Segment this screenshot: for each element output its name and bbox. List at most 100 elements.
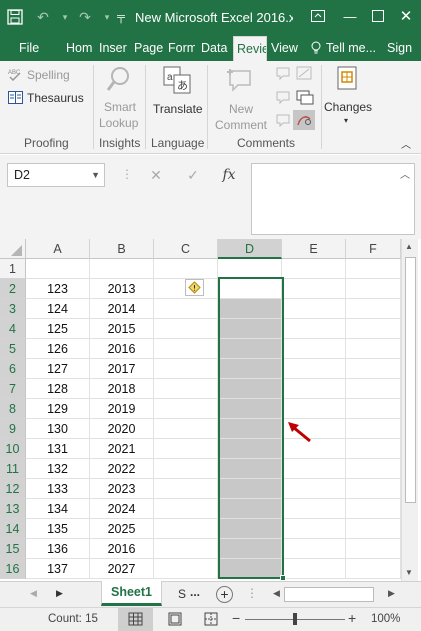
cell-f6[interactable]	[346, 359, 401, 379]
comment-label[interactable]: Comment	[215, 118, 267, 132]
show-all-comments-icon[interactable]	[296, 90, 314, 109]
tab-file[interactable]: File	[19, 36, 45, 61]
zoom-in-icon[interactable]: +	[348, 610, 356, 626]
customize-toolbar-icon[interactable]: ╤	[110, 6, 132, 28]
row-header[interactable]: 8	[0, 399, 26, 419]
name-box[interactable]: D2 ▼	[7, 163, 105, 187]
cell-e5[interactable]	[282, 339, 346, 359]
cell-b12[interactable]: 2023	[90, 479, 154, 499]
cell-b16[interactable]: 2027	[90, 559, 154, 579]
cell-f10[interactable]	[346, 439, 401, 459]
cell-c1[interactable]	[154, 259, 218, 279]
collapse-ribbon-icon[interactable]: ︿	[401, 136, 411, 151]
row-header[interactable]: 5	[0, 339, 26, 359]
cell-c10[interactable]	[154, 439, 218, 459]
cell-c6[interactable]	[154, 359, 218, 379]
cell-e4[interactable]	[282, 319, 346, 339]
cell-f1[interactable]	[346, 259, 401, 279]
scroll-down-icon[interactable]: ▼	[405, 568, 413, 577]
cell-b2[interactable]: 2013	[90, 279, 154, 299]
cell-a10[interactable]: 131	[26, 439, 90, 459]
row-header[interactable]: 12	[0, 479, 26, 499]
cell-a11[interactable]: 132	[26, 459, 90, 479]
more-sheets-button[interactable]: ...	[190, 585, 200, 599]
cell-e7[interactable]	[282, 379, 346, 399]
cell-b9[interactable]: 2020	[90, 419, 154, 439]
cell-d9[interactable]	[218, 419, 282, 439]
tab-sign-in[interactable]: Sign	[387, 36, 421, 61]
column-header-e[interactable]: E	[282, 239, 346, 259]
cell-d12[interactable]	[218, 479, 282, 499]
cell-b15[interactable]: 2016	[90, 539, 154, 559]
cell-d11[interactable]	[218, 459, 282, 479]
tab-split-grip[interactable]: ⋮	[246, 586, 258, 600]
cell-a9[interactable]: 130	[26, 419, 90, 439]
cell-c9[interactable]	[154, 419, 218, 439]
cell-a6[interactable]: 127	[26, 359, 90, 379]
redo-icon[interactable]: ↷	[74, 6, 96, 28]
cell-b13[interactable]: 2024	[90, 499, 154, 519]
cell-d8[interactable]	[218, 399, 282, 419]
cell-f4[interactable]	[346, 319, 401, 339]
cell-d3[interactable]	[218, 299, 282, 319]
column-header-a[interactable]: A	[26, 239, 90, 259]
cell-f5[interactable]	[346, 339, 401, 359]
cell-f2[interactable]	[346, 279, 401, 299]
cell-f12[interactable]	[346, 479, 401, 499]
normal-view-icon[interactable]	[118, 608, 153, 631]
cell-a16[interactable]: 137	[26, 559, 90, 579]
cell-a15[interactable]: 136	[26, 539, 90, 559]
tab-home[interactable]: Hom	[66, 36, 93, 61]
cell-a7[interactable]: 128	[26, 379, 90, 399]
cell-b14[interactable]: 2025	[90, 519, 154, 539]
column-header-d[interactable]: D	[218, 239, 282, 259]
cell-d13[interactable]	[218, 499, 282, 519]
scroll-left-icon[interactable]: ◀	[273, 588, 280, 599]
row-header[interactable]: 16	[0, 559, 26, 579]
zoom-out-icon[interactable]: −	[232, 610, 240, 626]
cell-d1[interactable]	[218, 259, 282, 279]
cell-c4[interactable]	[154, 319, 218, 339]
cell-e16[interactable]	[282, 559, 346, 579]
save-icon[interactable]	[4, 6, 26, 28]
show-hide-comment-icon[interactable]	[296, 66, 312, 83]
cell-b10[interactable]: 2021	[90, 439, 154, 459]
undo-dropdown-icon[interactable]: ▾	[54, 6, 76, 28]
close-icon[interactable]: ✕	[393, 4, 419, 28]
cell-b8[interactable]: 2019	[90, 399, 154, 419]
cell-d10[interactable]	[218, 439, 282, 459]
row-header[interactable]: 11	[0, 459, 26, 479]
tab-page-layout[interactable]: Page	[134, 36, 163, 61]
previous-comment-icon[interactable]	[275, 90, 291, 107]
cell-f7[interactable]	[346, 379, 401, 399]
cell-a13[interactable]: 134	[26, 499, 90, 519]
column-header-b[interactable]: B	[90, 239, 154, 259]
cell-a8[interactable]: 129	[26, 399, 90, 419]
page-break-view-icon[interactable]	[204, 612, 218, 629]
column-header-c[interactable]: C	[154, 239, 218, 259]
next-sheet-icon[interactable]: ▶	[56, 588, 63, 599]
cell-d2[interactable]	[218, 279, 282, 299]
ribbon-display-icon[interactable]	[305, 4, 331, 28]
maximize-icon[interactable]	[365, 4, 391, 28]
translate-button[interactable]: Translate	[153, 102, 203, 116]
vertical-scrollbar[interactable]: ▲ ▼	[401, 239, 418, 581]
new-sheet-icon[interactable]: +	[216, 586, 233, 603]
insert-function-button[interactable]: fx	[214, 163, 244, 187]
cell-e6[interactable]	[282, 359, 346, 379]
undo-icon[interactable]: ↶	[32, 6, 54, 28]
cancel-icon[interactable]: ✕	[141, 163, 171, 187]
cell-d6[interactable]	[218, 359, 282, 379]
cell-d16[interactable]	[218, 559, 282, 579]
cell-e3[interactable]	[282, 299, 346, 319]
cell-d5[interactable]	[218, 339, 282, 359]
row-header[interactable]: 15	[0, 539, 26, 559]
cell-b4[interactable]: 2015	[90, 319, 154, 339]
changes-dropdown-icon[interactable]: ▾	[344, 116, 348, 125]
cell-b6[interactable]: 2017	[90, 359, 154, 379]
minimize-icon[interactable]: —	[337, 4, 363, 28]
cell-f3[interactable]	[346, 299, 401, 319]
cell-b7[interactable]: 2018	[90, 379, 154, 399]
cell-f16[interactable]	[346, 559, 401, 579]
sheet-tab-next[interactable]: S	[178, 587, 186, 601]
